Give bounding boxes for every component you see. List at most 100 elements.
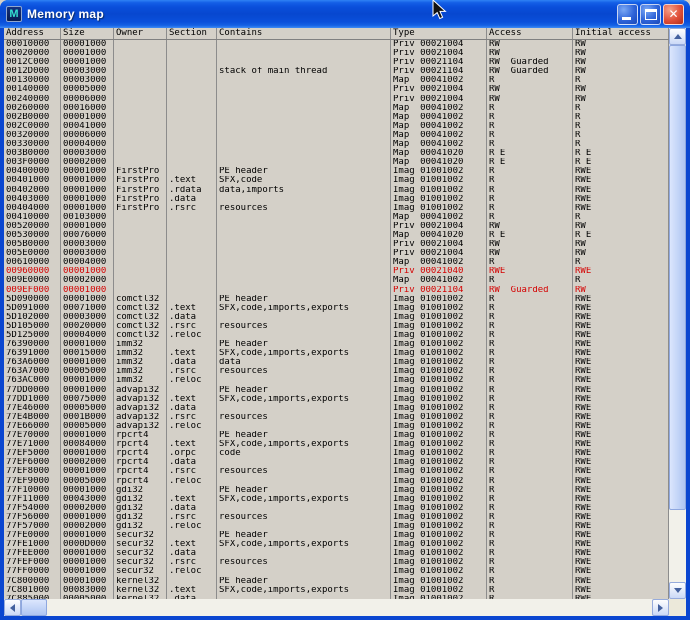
table-row[interactable]: 0041000000103000Map 00041002RR — [4, 213, 669, 222]
cell-size: 00005000 — [61, 477, 114, 486]
table-row[interactable]: 763A700000005000imm32.rsrcresourcesImag … — [4, 367, 669, 376]
table-row[interactable]: 77FE10000000D000secur32.textSFX,code,imp… — [4, 540, 669, 549]
table-row[interactable]: 0013000000003000Map 00041002RR — [4, 76, 669, 85]
table-row[interactable]: 77E4B0000001B000advapi32.rsrcresourcesIm… — [4, 413, 669, 422]
vertical-scrollbar[interactable] — [669, 28, 686, 599]
table-row[interactable]: 0053000000076000Map 00041020R ER E — [4, 231, 669, 240]
cell-address: 00130000 — [4, 76, 61, 85]
maximize-button[interactable] — [640, 4, 661, 25]
table-row[interactable]: 77F5600000001000gdi32.rsrcresourcesImag … — [4, 513, 669, 522]
table-row[interactable]: 0014000000005000Priv 00021004RWRW — [4, 85, 669, 94]
column-header-access[interactable]: Access — [487, 28, 573, 39]
table-row[interactable]: 77DD000000001000advapi32PE headerImag 01… — [4, 386, 669, 395]
table-row[interactable]: 77FEE00000001000secur32.dataImag 0100100… — [4, 549, 669, 558]
table-row[interactable]: 0024000000006000Priv 00021004RWRW — [4, 95, 669, 104]
table-row[interactable]: 77EF500000001000rpcrt4.orpccodeImag 0100… — [4, 449, 669, 458]
table-row[interactable]: 77FEF00000001000secur32.rsrcresourcesIma… — [4, 558, 669, 567]
column-header-address[interactable]: Address — [4, 28, 61, 39]
table-row[interactable]: 7C80000000001000kernel32PE headerImag 01… — [4, 577, 669, 586]
table-row[interactable]: 5D10500000020000comctl32.rsrcresourcesIm… — [4, 322, 669, 331]
table-row[interactable]: 77EF900000005000rpcrt4.relocImag 0100100… — [4, 477, 669, 486]
table-row[interactable]: 7639000000001000imm32PE headerImag 01001… — [4, 340, 669, 349]
table-row[interactable]: 0040100000001000FirstPro.textSFX,codeIma… — [4, 176, 669, 185]
cell-owner — [114, 95, 167, 104]
table-row[interactable]: 0096000000001000Priv 00021040RWERWE — [4, 267, 669, 276]
scroll-down-button[interactable] — [669, 582, 686, 599]
table-row[interactable]: 003B000000003000Map 00041020R ER E — [4, 149, 669, 158]
table-row[interactable]: 763AC00000001000imm32.relocImag 01001002… — [4, 376, 669, 385]
scroll-up-button[interactable] — [669, 28, 686, 45]
column-header-size[interactable]: Size — [61, 28, 114, 39]
table-row[interactable]: 77E7000000001000rpcrt4PE headerImag 0100… — [4, 431, 669, 440]
table-row[interactable]: 002B000000001000Map 00041002RR — [4, 113, 669, 122]
cell-size: 0000D000 — [61, 540, 114, 549]
table-row[interactable]: 0052000000001000Priv 00021004RWRW — [4, 222, 669, 231]
table-row[interactable]: 77EF800000001000rpcrt4.rsrcresourcesImag… — [4, 467, 669, 476]
table-row[interactable]: 77DD100000075000advapi32.textSFX,code,im… — [4, 395, 669, 404]
memory-map-icon[interactable]: M — [6, 6, 22, 22]
cell-address: 00020000 — [4, 49, 61, 58]
table-row[interactable]: 77F1100000043000gdi32.textSFX,code,impor… — [4, 495, 669, 504]
table-row[interactable]: 009E000000002000Map 00041002RR — [4, 276, 669, 285]
table-row[interactable]: 0012C00000001000Priv 00021104RW GuardedR… — [4, 58, 669, 67]
table-row[interactable]: 0061000000004000Map 00041002RR — [4, 258, 669, 267]
horizontal-scrollbar[interactable] — [4, 599, 669, 616]
table-row[interactable]: 0012D00000003000stack of main threadPriv… — [4, 67, 669, 76]
vertical-scrollbar-thumb[interactable] — [669, 45, 686, 510]
table-row[interactable]: 0033000000004000Map 00041002RR — [4, 140, 669, 149]
cell-owner — [114, 140, 167, 149]
minimize-button[interactable] — [617, 4, 638, 25]
table-row[interactable]: 009EF00000001000Priv 00021104RW GuardedR… — [4, 286, 669, 295]
cell-size: 00001000 — [61, 358, 114, 367]
cell-type: Imag 01001002 — [391, 386, 487, 395]
table-row[interactable]: 77F5700000002000gdi32.relocImag 01001002… — [4, 522, 669, 531]
table-row[interactable]: 002C000000041000Map 00041002RR — [4, 122, 669, 131]
table-row[interactable]: 77E4600000005000advapi32.dataImag 010010… — [4, 404, 669, 413]
table-row[interactable]: 7C80100000083000kernel32.textSFX,code,im… — [4, 586, 669, 595]
cell-initial_access: R — [573, 140, 669, 149]
table-row[interactable]: 005E000000003000Priv 00021004RWRW — [4, 249, 669, 258]
table-row[interactable]: 7639100000015000imm32.textSFX,code,impor… — [4, 349, 669, 358]
close-button[interactable]: ✕ — [663, 4, 684, 25]
table-row[interactable]: 77FF000000001000secur32.relocImag 010010… — [4, 567, 669, 576]
table-row[interactable]: 003F000000002000Map 00041020R ER E — [4, 158, 669, 167]
cell-type: Imag 01001002 — [391, 495, 487, 504]
table-row[interactable]: 005B000000003000Priv 00021004RWRW — [4, 240, 669, 249]
column-header-section[interactable]: Section — [167, 28, 217, 39]
column-header-owner[interactable]: Owner — [114, 28, 167, 39]
cell-contains: code — [217, 449, 391, 458]
table-row[interactable]: 77F1000000001000gdi32PE headerImag 01001… — [4, 486, 669, 495]
table-row[interactable]: 5D10200000003000comctl32.dataImag 010010… — [4, 313, 669, 322]
table-row[interactable]: 763A600000001000imm32.datadataImag 01001… — [4, 358, 669, 367]
table-row[interactable]: 0001000000001000Priv 00021004RWRW — [4, 40, 669, 49]
cell-access: R — [487, 204, 573, 213]
table-row[interactable]: 5D09100000071000comctl32.textSFX,code,im… — [4, 304, 669, 313]
table-row[interactable]: 77F5400000002000gdi32.dataImag 01001002R… — [4, 504, 669, 513]
table-row[interactable]: 0040000000001000FirstProPE headerImag 01… — [4, 167, 669, 176]
cell-size: 00001000 — [61, 40, 114, 49]
table-row[interactable]: 0032000000006000Map 00041002RR — [4, 131, 669, 140]
table-row[interactable]: 77FE000000001000secur32PE headerImag 010… — [4, 531, 669, 540]
scroll-right-button[interactable] — [652, 599, 669, 616]
mouse-cursor-icon — [431, 0, 449, 22]
table-row[interactable]: 0040300000001000FirstPro.dataImag 010010… — [4, 195, 669, 204]
table-row[interactable]: 5D12500000004000comctl32.relocImag 01001… — [4, 331, 669, 340]
titlebar[interactable]: M Memory map ✕ — [0, 0, 690, 28]
column-header-type[interactable]: Type — [391, 28, 487, 39]
horizontal-scrollbar-thumb[interactable] — [21, 599, 47, 616]
scroll-left-button[interactable] — [4, 599, 21, 616]
cell-section: .orpc — [167, 449, 217, 458]
table-row[interactable]: 77EF600000002000rpcrt4.dataImag 01001002… — [4, 458, 669, 467]
column-header-contains[interactable]: Contains — [217, 28, 391, 39]
table-row[interactable]: 0002000000001000Priv 00021004RWRW — [4, 49, 669, 58]
table-row[interactable]: 77E6600000005000advapi32.relocImag 01001… — [4, 422, 669, 431]
table-row[interactable]: 0026000000016000Map 00041002RR — [4, 104, 669, 113]
table-row[interactable]: 77E7100000084000rpcrt4.textSFX,code,impo… — [4, 440, 669, 449]
column-header-initial-access[interactable]: Initial access — [573, 28, 669, 39]
table-row[interactable]: 0040200000001000FirstPro.rdatadata,impor… — [4, 186, 669, 195]
cell-owner: kernel32 — [114, 577, 167, 586]
cell-initial_access: RWE — [573, 531, 669, 540]
table-row[interactable]: 5D09000000001000comctl32PE headerImag 01… — [4, 295, 669, 304]
cell-access: R — [487, 549, 573, 558]
table-row[interactable]: 0040400000001000FirstPro.rsrcresourcesIm… — [4, 204, 669, 213]
